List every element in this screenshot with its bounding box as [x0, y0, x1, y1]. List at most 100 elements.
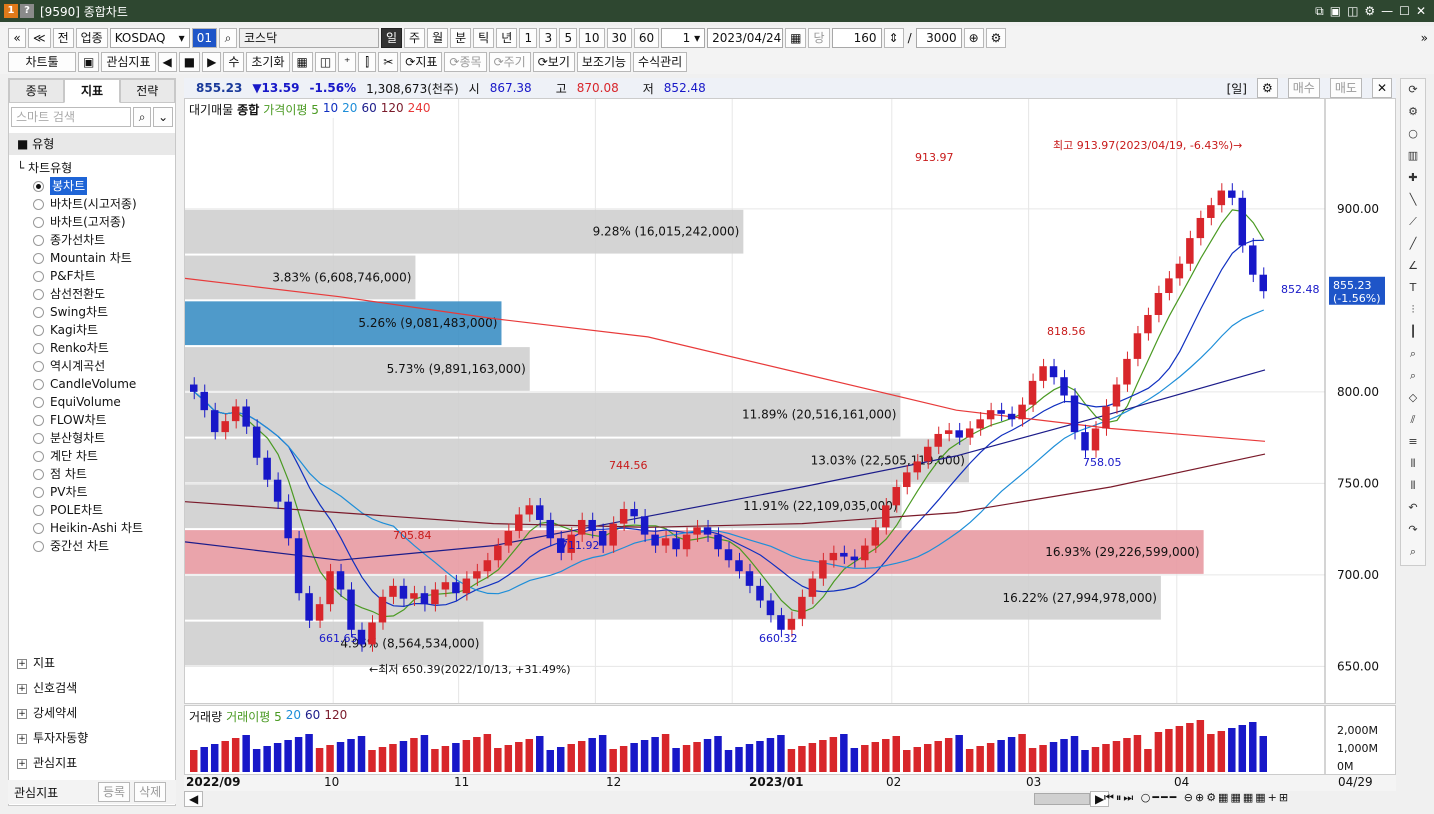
- view-button[interactable]: ⟳보기: [532, 52, 575, 72]
- chart-type-option[interactable]: FLOW차트: [9, 411, 175, 429]
- all-button[interactable]: 전: [52, 28, 74, 48]
- redo-icon[interactable]: ↷: [1402, 519, 1424, 541]
- watch-indicator-button[interactable]: 관심지표: [101, 52, 156, 72]
- crosshair-icon[interactable]: ✚: [1402, 167, 1424, 189]
- gear-icon[interactable]: ⚙: [985, 28, 1007, 48]
- pattern-icon[interactable]: ◇: [1402, 387, 1424, 409]
- radio-icon[interactable]: [33, 180, 44, 192]
- radio-icon[interactable]: [33, 522, 44, 534]
- settings-icon[interactable]: ⚙: [1364, 4, 1375, 19]
- chart-type-option[interactable]: 계단 차트: [9, 447, 175, 465]
- close-panel-icon[interactable]: ✕: [1371, 78, 1392, 98]
- interval-10-button[interactable]: 10: [579, 28, 605, 48]
- interval-30-button[interactable]: 30: [606, 28, 632, 48]
- close-icon[interactable]: ✕: [1416, 4, 1426, 19]
- period-year-button[interactable]: 년: [496, 28, 518, 48]
- volume-legend-item[interactable]: 거래량: [189, 708, 222, 725]
- bars-icon[interactable]: ⦀: [1402, 453, 1424, 475]
- interval-60-button[interactable]: 60: [633, 28, 660, 48]
- bars2-icon[interactable]: ⦀: [1402, 475, 1424, 497]
- undo-icon[interactable]: ↶: [1402, 497, 1424, 519]
- legend-item[interactable]: 종합: [237, 101, 259, 118]
- volume-legend-item[interactable]: 20: [286, 708, 301, 725]
- legend-item[interactable]: 10: [323, 101, 338, 118]
- line-icon[interactable]: ╱: [1402, 233, 1424, 255]
- aux-button[interactable]: 보조기능: [576, 52, 632, 72]
- spin-icon[interactable]: ⇕: [883, 28, 904, 48]
- chart-type-option[interactable]: P&F차트: [9, 267, 175, 285]
- expand-plus-icon[interactable]: +: [17, 683, 27, 694]
- tab-strategy[interactable]: 전략: [119, 79, 175, 103]
- text-icon[interactable]: T: [1402, 277, 1424, 299]
- search-icon[interactable]: ⌕: [133, 107, 152, 127]
- app-badge[interactable]: 1: [4, 4, 18, 18]
- maximize-icon[interactable]: ☐: [1399, 4, 1410, 19]
- search-icon[interactable]: ⌕: [1402, 541, 1424, 563]
- radio-icon[interactable]: [33, 198, 44, 210]
- chart-type-option[interactable]: 종가선차트: [9, 231, 175, 249]
- chart-type-option[interactable]: 바차트(고저종): [9, 213, 175, 231]
- period-week-button[interactable]: 주: [404, 28, 426, 48]
- scroll-thumb[interactable]: [1034, 793, 1090, 805]
- legend-item[interactable]: 가격이평 5: [263, 101, 319, 118]
- minimize-icon[interactable]: —: [1381, 4, 1393, 19]
- interval-5-button[interactable]: 5: [559, 28, 578, 48]
- fibonacci-icon[interactable]: ⫶: [1402, 299, 1424, 321]
- radio-icon[interactable]: [33, 360, 44, 372]
- grid-icon[interactable]: ≡: [1402, 431, 1424, 453]
- chart-type-option[interactable]: Mountain 차트: [9, 249, 175, 267]
- gear-icon[interactable]: ⚙: [1402, 101, 1424, 123]
- expand-plus-icon[interactable]: +: [17, 758, 27, 769]
- radio-icon[interactable]: [33, 414, 44, 426]
- radio-icon[interactable]: [33, 234, 44, 246]
- group-item[interactable]: + 신호검색: [9, 676, 175, 701]
- chart-type-option[interactable]: 봉차트: [9, 177, 175, 195]
- count-field[interactable]: 1 ▾: [661, 28, 706, 48]
- buy-button[interactable]: 매수: [1287, 78, 1320, 98]
- price-chart[interactable]: 4.96% (8,564,534,000) 16.22% (27,994,978,…: [184, 98, 1396, 704]
- volume-legend-item[interactable]: 거래이평 5: [226, 708, 282, 725]
- radio-icon[interactable]: [33, 270, 44, 282]
- grid-icon[interactable]: ▦: [291, 52, 313, 72]
- radio-icon[interactable]: [33, 216, 44, 228]
- smart-search-input[interactable]: 스마트 검색: [11, 107, 132, 127]
- auto-icon[interactable]: ∠: [1402, 255, 1424, 277]
- scissors-icon[interactable]: ✂: [378, 52, 399, 72]
- expand-plus-icon[interactable]: +: [17, 658, 27, 669]
- sector-button[interactable]: 업종: [75, 28, 108, 48]
- radio-icon[interactable]: [33, 324, 44, 336]
- interval-1-button[interactable]: 1: [519, 28, 538, 48]
- calendar-icon[interactable]: ▦: [785, 28, 807, 48]
- period-button[interactable]: ⟳주기: [488, 52, 531, 72]
- radio-icon[interactable]: [33, 540, 44, 552]
- tab-indicator[interactable]: 지표: [64, 79, 120, 103]
- period-minute-button[interactable]: 분: [450, 28, 472, 48]
- pin-icon[interactable]: ⫿: [358, 52, 377, 72]
- legend-item[interactable]: 60: [361, 101, 376, 118]
- zoom-icon[interactable]: ⊕: [963, 28, 984, 48]
- save-icon[interactable]: ▣: [78, 52, 100, 72]
- total-field[interactable]: 3000: [915, 28, 962, 48]
- expand-plus-icon[interactable]: +: [17, 708, 27, 719]
- period-day-button[interactable]: 일: [380, 28, 403, 48]
- date-field[interactable]: 2023/04/24: [707, 28, 784, 48]
- scroll-left-icon[interactable]: ◀: [184, 791, 204, 807]
- tile-icon[interactable]: ⧉: [1315, 4, 1324, 19]
- section-header[interactable]: ■ 유형: [9, 133, 175, 155]
- chart-type-option[interactable]: 분산형차트: [9, 429, 175, 447]
- candle-tool-icon[interactable]: ┃: [1402, 321, 1424, 343]
- legend-item[interactable]: 240: [408, 101, 431, 118]
- radio-icon[interactable]: [33, 504, 44, 516]
- radio-icon[interactable]: [33, 252, 44, 264]
- layout-icon[interactable]: ◫: [314, 52, 337, 72]
- chart-tool-button[interactable]: 차트툴: [8, 52, 76, 72]
- volume-legend-item[interactable]: 120: [324, 708, 347, 725]
- item-button[interactable]: ⟳종목: [444, 52, 487, 72]
- gear-icon[interactable]: ⚙: [1256, 78, 1278, 98]
- radio-icon[interactable]: [33, 450, 44, 462]
- volume-chart[interactable]: 2,000M 1,000M 0M 거래량 거래이평 5 20 60 120: [184, 705, 1396, 775]
- collapse-icon[interactable]: ⌄: [153, 107, 173, 127]
- radio-icon[interactable]: [33, 396, 44, 408]
- copy-icon[interactable]: ▣: [1330, 4, 1341, 19]
- period-tick-button[interactable]: 틱: [473, 28, 495, 48]
